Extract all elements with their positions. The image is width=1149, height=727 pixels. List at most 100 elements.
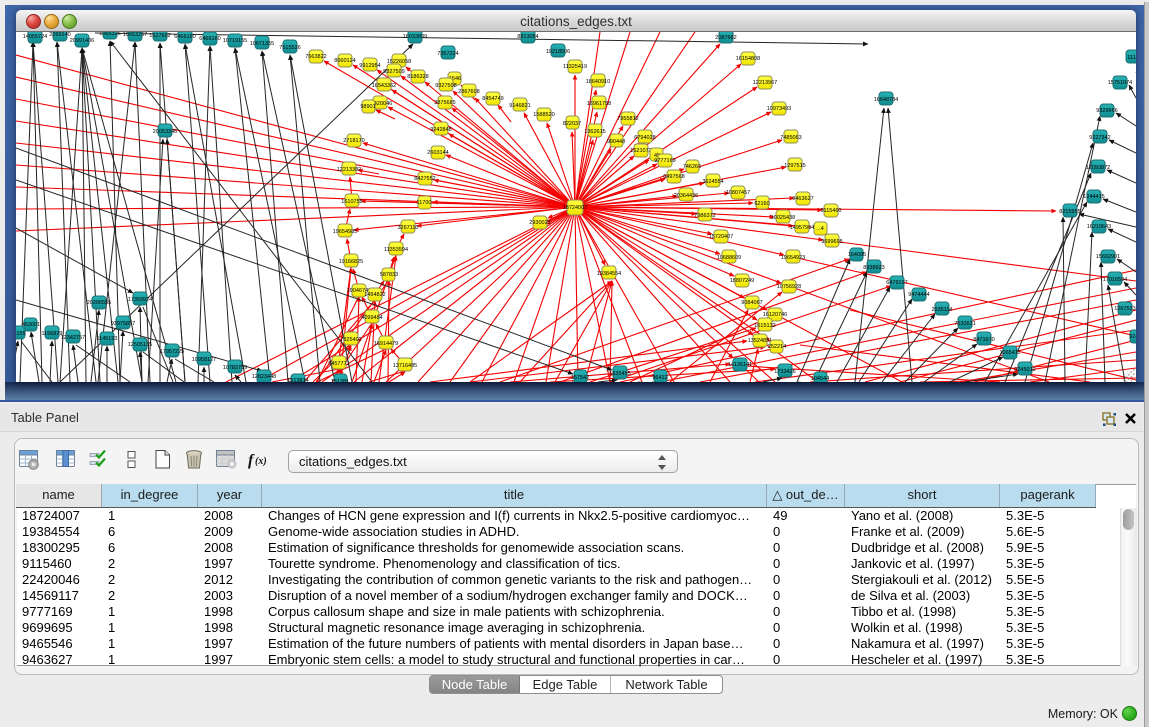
svg-text:17359924: 17359924: [128, 297, 152, 303]
svg-text:(x): (x): [255, 456, 267, 467]
svg-text:3624554: 3624554: [702, 179, 723, 185]
svg-text:15720407: 15720407: [709, 234, 733, 240]
svg-text:1362615: 1362615: [584, 129, 605, 135]
svg-text:18807249: 18807249: [730, 278, 754, 284]
svg-text:1297515: 1297515: [784, 163, 805, 169]
svg-text:6466160: 6466160: [174, 34, 195, 40]
svg-text:7515526: 7515526: [279, 45, 300, 51]
svg-text:10958127: 10958127: [192, 357, 216, 363]
svg-text:16961758: 16961758: [587, 101, 611, 107]
svg-text:14136141: 14136141: [728, 362, 752, 368]
svg-text:62160: 62160: [754, 201, 769, 207]
svg-text:7663822: 7663822: [305, 54, 326, 60]
svg-text:39155: 39155: [16, 331, 26, 337]
svg-text:16648784: 16648784: [874, 97, 898, 103]
svg-text:7632621: 7632621: [954, 321, 975, 327]
svg-text:20364436: 20364436: [674, 193, 698, 199]
svg-text:1145193: 1145193: [96, 336, 117, 342]
svg-text:746266: 746266: [683, 164, 701, 170]
svg-text:17957225: 17957225: [160, 349, 184, 355]
svg-text:9327508: 9327508: [435, 83, 456, 89]
svg-text:20053346: 20053346: [153, 129, 177, 135]
svg-text:20206555: 20206555: [87, 300, 111, 306]
svg-text:10653267: 10653267: [123, 32, 147, 38]
svg-text:2099140: 2099140: [49, 32, 70, 38]
svg-text:12213967: 12213967: [753, 80, 777, 86]
svg-text:98901: 98901: [360, 104, 375, 110]
svg-text:10671355: 10671355: [250, 41, 274, 47]
svg-text:13716485: 13716485: [393, 363, 417, 369]
svg-text:1610755: 1610755: [341, 199, 362, 205]
svg-text:92450: 92450: [1129, 334, 1136, 340]
svg-text:10719155: 10719155: [223, 38, 247, 44]
svg-text:9463627: 9463627: [792, 196, 813, 202]
svg-text:93975857: 93975857: [111, 321, 135, 327]
svg-text:1621072: 1621072: [630, 148, 651, 154]
svg-text:2087682: 2087682: [715, 35, 736, 41]
svg-text:1267533: 1267533: [1114, 306, 1135, 312]
svg-text:1156829: 1156829: [41, 331, 62, 337]
svg-text:19384554: 19384554: [597, 271, 621, 277]
svg-text:10688609: 10688609: [717, 255, 741, 261]
svg-text:7485063: 7485063: [780, 135, 801, 141]
svg-text:990448: 990448: [607, 139, 625, 145]
svg-text:151381: 151381: [331, 379, 349, 382]
svg-text:12342757: 12342757: [61, 335, 85, 341]
svg-text:10973493: 10973493: [767, 106, 791, 112]
svg-text:6466160: 6466160: [199, 36, 220, 42]
svg-text:8813054: 8813054: [517, 34, 538, 40]
svg-text:9699695: 9699695: [821, 239, 842, 245]
svg-text:16914479: 16914479: [374, 341, 398, 347]
svg-text:20991406: 20991406: [70, 38, 94, 44]
svg-text:10756928: 10756928: [777, 284, 801, 290]
svg-text:6497568: 6497568: [663, 174, 684, 180]
svg-text:10807457: 10807457: [726, 190, 750, 196]
svg-text:10025438: 10025438: [771, 215, 795, 221]
svg-text:16154808: 16154808: [736, 56, 760, 62]
svg-text:18724007: 18724007: [563, 205, 587, 211]
svg-text:2867608: 2867608: [458, 89, 479, 95]
svg-text:2935114: 2935114: [931, 307, 952, 313]
svg-text:9912954: 9912954: [359, 63, 380, 69]
svg-text:12823448: 12823448: [252, 374, 276, 380]
svg-text:9242848: 9242848: [430, 127, 451, 133]
svg-text:4099484: 4099484: [361, 315, 382, 321]
svg-text:7955812: 7955812: [617, 116, 638, 122]
svg-text:8186328: 8186328: [407, 74, 428, 80]
svg-text:19218506: 19218506: [546, 49, 570, 55]
svg-text:1112: 1112: [1127, 55, 1136, 61]
svg-text:1588520: 1588520: [533, 112, 554, 118]
svg-text:1513814: 1513814: [287, 378, 308, 382]
svg-text:822037: 822037: [563, 121, 581, 127]
svg-text:1244415: 1244415: [1083, 194, 1104, 200]
svg-text:9146821: 9146821: [509, 103, 530, 109]
svg-text:9227342: 9227342: [1089, 135, 1110, 141]
svg-text:1065411: 1065411: [999, 350, 1020, 356]
svg-text:1615132: 1615132: [754, 323, 775, 329]
svg-text:3267110: 3267110: [397, 225, 418, 231]
svg-text:1065326: 1065326: [99, 32, 120, 37]
svg-text:6479197: 6479197: [886, 280, 907, 286]
svg-text:2930023: 2930023: [529, 220, 550, 226]
svg-text:9327509: 9327509: [383, 69, 404, 75]
svg-text:6794028: 6794028: [634, 135, 655, 141]
svg-text:9777169: 9777169: [654, 158, 675, 164]
svg-text:96412: 96412: [652, 375, 667, 381]
svg-text:f: f: [248, 452, 255, 469]
svg-text:9084067: 9084067: [741, 300, 762, 306]
svg-text:252214: 252214: [768, 344, 786, 350]
svg-text:587833: 587833: [380, 272, 398, 278]
svg-text:11325419: 11325419: [563, 64, 587, 70]
svg-text:1527602: 1527602: [149, 33, 170, 39]
svg-text:16210643: 16210643: [1087, 224, 1111, 230]
svg-text:2603144: 2603144: [427, 150, 448, 156]
svg-text:2718170: 2718170: [343, 138, 364, 144]
svg-text:14957964: 14957964: [790, 225, 814, 231]
svg-text:11700: 11700: [417, 200, 432, 206]
svg-text:12213382: 12213382: [337, 167, 361, 173]
svg-text:7986372: 7986372: [694, 213, 715, 219]
svg-text:16120746: 16120746: [763, 312, 787, 318]
svg-text:157542: 157542: [571, 375, 589, 381]
svg-text:453001: 453001: [22, 322, 40, 328]
svg-text:10782759: 10782759: [223, 365, 247, 371]
